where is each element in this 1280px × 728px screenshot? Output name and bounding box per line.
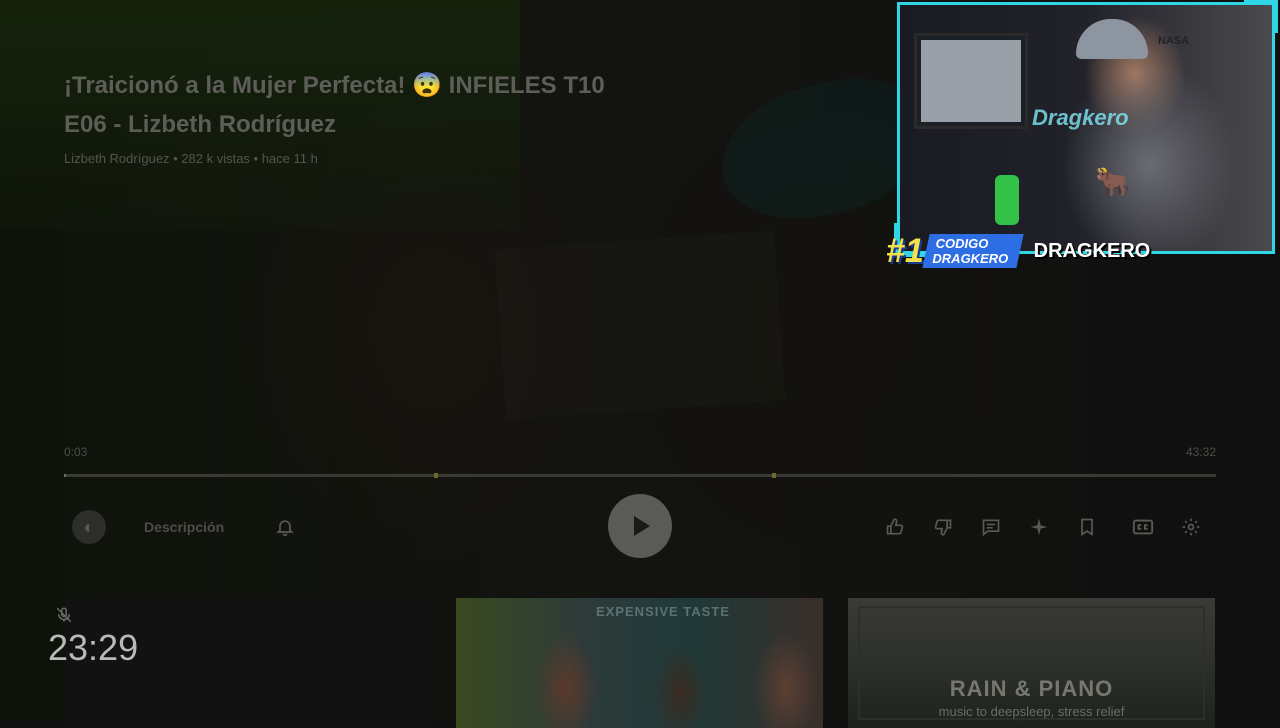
thumb-subtitle: music to deepsleep, stress relief: [938, 704, 1125, 719]
description-button[interactable]: Descripción: [144, 510, 224, 544]
ask-ai-icon[interactable]: [1022, 510, 1056, 544]
play-button[interactable]: [608, 494, 672, 558]
related-video-thumb-2[interactable]: EXPENSIVE TASTE: [456, 598, 823, 728]
current-time: 0:03: [64, 445, 88, 459]
code-box: CODIGO DRAGKERO: [922, 234, 1024, 268]
settings-icon[interactable]: [1174, 510, 1208, 544]
dislike-icon[interactable]: [926, 510, 960, 544]
channel-avatar[interactable]: ◐: [72, 510, 106, 544]
video-title: ¡Traicionó a la Mujer Perfecta! 😨 INFIEL…: [64, 72, 605, 138]
chapter-marker: [434, 473, 438, 478]
webcam-corner-accent: [1244, 0, 1278, 33]
webcam-border: [897, 2, 1275, 254]
related-video-thumb-3[interactable]: RAIN & PIANO music to deepsleep, stress …: [848, 598, 1215, 728]
code-line-2: DRAGKERO: [932, 251, 1009, 266]
comments-icon[interactable]: [974, 510, 1008, 544]
webcam-overlay: Dragkero NASA 🐂: [894, 0, 1278, 257]
play-icon: [634, 516, 650, 536]
mic-muted-icon: [55, 606, 73, 624]
code-rank: #1: [886, 231, 924, 270]
thumb-caption: EXPENSIVE TASTE: [596, 604, 730, 619]
video-meta: Lizbeth Rodríguez • 282 k vistas • hace …: [64, 151, 318, 166]
progress-fill: [64, 474, 66, 477]
progress-bar[interactable]: [64, 473, 1216, 478]
window-frame: [858, 606, 1205, 720]
captions-icon[interactable]: [1126, 510, 1160, 544]
avatar-icon: ◐: [83, 516, 95, 537]
thumb-title: RAIN & PIANO: [949, 676, 1114, 701]
chapter-marker: [772, 473, 776, 478]
notifications-icon[interactable]: [268, 510, 302, 544]
code-line-1: CODIGO: [935, 236, 989, 251]
like-icon[interactable]: [878, 510, 912, 544]
total-time: 43:32: [1185, 445, 1216, 459]
streamer-name: DRAGKERO: [1033, 239, 1151, 262]
save-icon[interactable]: [1070, 510, 1104, 544]
stream-clock: 23:29: [48, 627, 139, 668]
creator-code-badge: #1 CODIGO DRAGKERO DRAGKERO: [886, 230, 1150, 272]
